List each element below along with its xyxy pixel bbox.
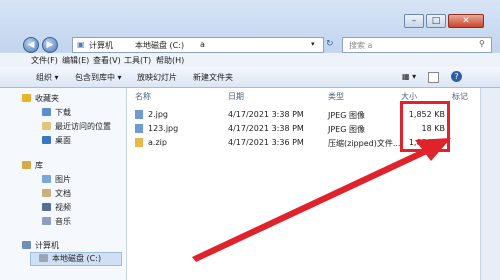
annotation-arrow (192, 138, 451, 262)
